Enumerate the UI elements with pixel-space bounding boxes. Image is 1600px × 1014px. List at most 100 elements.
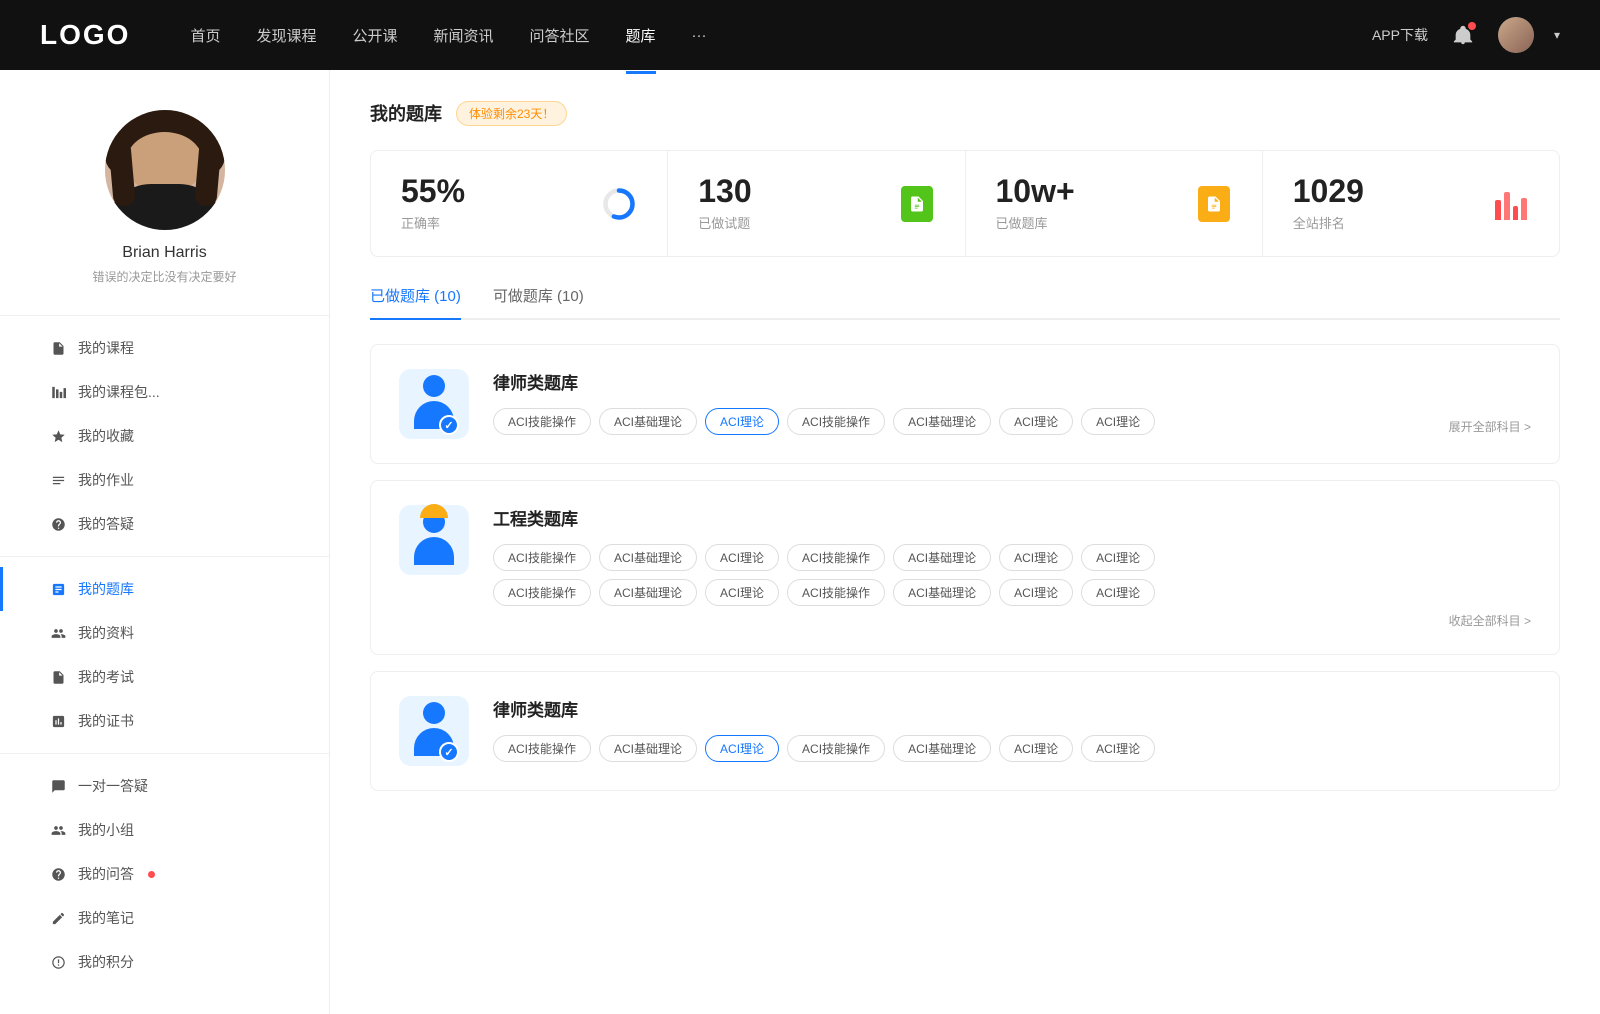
bar3 xyxy=(1513,206,1519,220)
qbank-title-engineer: 工程类题库 xyxy=(493,505,1531,530)
tag-eng-2[interactable]: ACI理论 xyxy=(705,544,779,571)
tag-lawyer1-3[interactable]: ACI技能操作 xyxy=(787,408,885,435)
collapse-link-engineer[interactable]: 收起全部科目 > xyxy=(1449,614,1531,628)
stat-questions-value: 130 xyxy=(698,175,882,207)
stat-questions-text: 130 已做试题 xyxy=(698,175,882,232)
stat-banks-label: 已做题库 xyxy=(996,213,1180,232)
tag-eng-3[interactable]: ACI技能操作 xyxy=(787,544,885,571)
sidebar-label-my-questions: 我的答疑 xyxy=(78,514,134,534)
bar-chart-icon xyxy=(1493,186,1529,222)
tag-eng2-0[interactable]: ACI技能操作 xyxy=(493,579,591,606)
sidebar-item-my-certs[interactable]: 我的证书 xyxy=(0,699,329,743)
sidebar-item-my-homework[interactable]: 我的作业 xyxy=(0,458,329,502)
logo[interactable]: LOGO xyxy=(40,19,130,51)
stat-ranking-label: 全站排名 xyxy=(1293,213,1477,232)
tag-lawyer1-1[interactable]: ACI基础理论 xyxy=(599,408,697,435)
cert-icon xyxy=(50,713,66,729)
tab-available-banks[interactable]: 可做题库 (10) xyxy=(493,285,584,318)
sidebar-item-my-profile[interactable]: 我的资料 xyxy=(0,611,329,655)
main-content: 我的题库 体验剩余23天！ 55% 正确率 xyxy=(330,70,1600,1014)
tag-lawyer2-0[interactable]: ACI技能操作 xyxy=(493,735,591,762)
stat-banks-text: 10w+ 已做题库 xyxy=(996,175,1180,232)
notification-bell[interactable] xyxy=(1448,20,1478,50)
qbank-tags-lawyer-2: ACI技能操作 ACI基础理论 ACI理论 ACI技能操作 ACI基础理论 AC… xyxy=(493,735,1531,762)
tabs-row: 已做题库 (10) 可做题库 (10) xyxy=(370,285,1560,320)
sidebar-item-my-favorites[interactable]: 我的收藏 xyxy=(0,414,329,458)
sidebar-profile: Brian Harris 错误的决定比没有决定要好 xyxy=(0,70,329,305)
bar-chart-shape xyxy=(1495,188,1527,220)
tab-done-banks[interactable]: 已做题库 (10) xyxy=(370,285,461,318)
tag-lawyer1-2[interactable]: ACI理论 xyxy=(705,408,779,435)
sidebar-divider-bot xyxy=(0,753,329,754)
tag-eng2-3[interactable]: ACI技能操作 xyxy=(787,579,885,606)
profile-motto: 错误的决定比没有决定要好 xyxy=(92,268,236,285)
doc-yellow-icon xyxy=(1196,186,1232,222)
qbank-title-lawyer-2: 律师类题库 xyxy=(493,696,1531,721)
sidebar-label-my-certs: 我的证书 xyxy=(78,711,134,731)
qbank-content-engineer: 工程类题库 ACI技能操作 ACI基础理论 ACI理论 ACI技能操作 ACI基… xyxy=(493,505,1531,630)
tag-eng2-2[interactable]: ACI理论 xyxy=(705,579,779,606)
sidebar-item-my-group[interactable]: 我的小组 xyxy=(0,808,329,852)
points-icon xyxy=(50,954,66,970)
stat-banks-value: 10w+ xyxy=(996,175,1180,207)
tag-lawyer2-4[interactable]: ACI基础理论 xyxy=(893,735,991,762)
page-header: 我的题库 体验剩余23天！ xyxy=(370,100,1560,126)
tag-eng2-4[interactable]: ACI基础理论 xyxy=(893,579,991,606)
tag-eng-1[interactable]: ACI基础理论 xyxy=(599,544,697,571)
nav-more[interactable]: ··· xyxy=(692,23,707,48)
star-icon xyxy=(50,428,66,444)
nav-opencourse[interactable]: 公开课 xyxy=(352,21,397,50)
profile-name: Brian Harris xyxy=(122,244,206,262)
tag-eng2-6[interactable]: ACI理论 xyxy=(1081,579,1155,606)
sidebar-item-my-courses[interactable]: 我的课程 xyxy=(0,326,329,370)
user-menu-chevron[interactable]: ▾ xyxy=(1554,28,1560,42)
tag-lawyer2-5[interactable]: ACI理论 xyxy=(999,735,1073,762)
stat-accuracy-text: 55% 正确率 xyxy=(401,175,585,232)
stat-questions-done: 130 已做试题 xyxy=(668,151,965,256)
tag-lawyer2-2[interactable]: ACI理论 xyxy=(705,735,779,762)
tag-lawyer1-4[interactable]: ACI基础理论 xyxy=(893,408,991,435)
nav-qbank[interactable]: 题库 xyxy=(626,21,656,50)
sidebar-item-my-packages[interactable]: 我的课程包... xyxy=(0,370,329,414)
expand-link-lawyer-1[interactable]: 展开全部科目 > xyxy=(1449,418,1531,435)
sidebar-label-my-group: 我的小组 xyxy=(78,820,134,840)
nav-news[interactable]: 新闻资讯 xyxy=(434,21,494,50)
avatar xyxy=(105,110,225,230)
qbank-icon-lawyer-1: ✓ xyxy=(399,369,469,439)
tag-eng-6[interactable]: ACI理论 xyxy=(1081,544,1155,571)
sidebar-menu: 我的课程 我的课程包... 我的收藏 我的作业 xyxy=(0,326,329,984)
app-download-button[interactable]: APP下载 xyxy=(1372,25,1428,45)
sidebar-item-my-exams[interactable]: 我的考试 xyxy=(0,655,329,699)
tag-eng-5[interactable]: ACI理论 xyxy=(999,544,1073,571)
stats-row: 55% 正确率 130 已做试题 xyxy=(370,150,1560,257)
tag-eng-4[interactable]: ACI基础理论 xyxy=(893,544,991,571)
tag-lawyer2-1[interactable]: ACI基础理论 xyxy=(599,735,697,762)
stat-accuracy-label: 正确率 xyxy=(401,213,585,232)
sidebar-label-my-qbank: 我的题库 xyxy=(78,579,134,599)
doc-green-icon xyxy=(899,186,935,222)
tag-lawyer1-6[interactable]: ACI理论 xyxy=(1081,408,1155,435)
nav-home[interactable]: 首页 xyxy=(190,21,220,50)
sidebar-label-my-homework: 我的作业 xyxy=(78,470,134,490)
tag-lawyer1-0[interactable]: ACI技能操作 xyxy=(493,408,591,435)
tag-lawyer1-5[interactable]: ACI理论 xyxy=(999,408,1073,435)
trial-badge: 体验剩余23天！ xyxy=(456,101,567,126)
tag-lawyer2-3[interactable]: ACI技能操作 xyxy=(787,735,885,762)
tag-eng2-5[interactable]: ACI理论 xyxy=(999,579,1073,606)
user-avatar-nav[interactable] xyxy=(1498,17,1534,53)
sidebar-item-my-answers[interactable]: 我的问答 xyxy=(0,852,329,896)
answers-icon xyxy=(50,866,66,882)
tag-eng2-1[interactable]: ACI基础理论 xyxy=(599,579,697,606)
sidebar-item-my-points[interactable]: 我的积分 xyxy=(0,940,329,984)
sidebar-item-my-questions[interactable]: 我的答疑 xyxy=(0,502,329,546)
bar4 xyxy=(1521,198,1527,220)
sidebar-item-my-notes[interactable]: 我的笔记 xyxy=(0,896,329,940)
tag-eng-0[interactable]: ACI技能操作 xyxy=(493,544,591,571)
doc-green-shape xyxy=(901,186,933,222)
nav-qa[interactable]: 问答社区 xyxy=(530,21,590,50)
tag-lawyer2-6[interactable]: ACI理论 xyxy=(1081,735,1155,762)
sidebar-item-my-qbank[interactable]: 我的题库 xyxy=(0,567,329,611)
nav-discover[interactable]: 发现课程 xyxy=(256,21,316,50)
exam-icon xyxy=(50,669,66,685)
sidebar-item-one-on-one[interactable]: 一对一答疑 xyxy=(0,764,329,808)
